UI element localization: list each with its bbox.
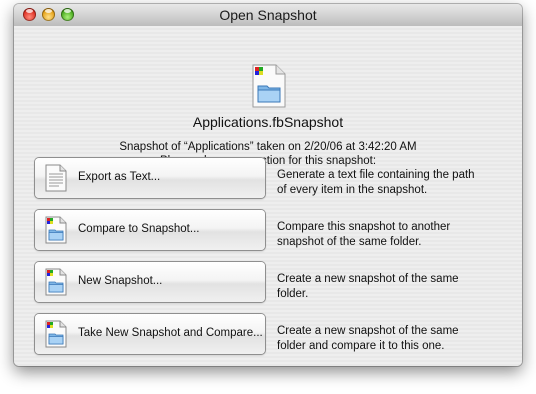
compare-to-snapshot-button[interactable]: Compare to Snapshot...	[35, 210, 265, 250]
description-line: of every item in the snapshot.	[277, 184, 428, 196]
description-line: folder and compare it to this one.	[277, 340, 445, 352]
description-line: Create a new snapshot of the same	[277, 325, 459, 337]
export-as-text-label: Export as Text...	[78, 171, 161, 183]
new-snapshot-description: Create a new snapshot of the same folder…	[277, 272, 517, 302]
snapshot-file-icon	[252, 64, 286, 108]
text-document-icon	[45, 164, 67, 192]
take-new-snapshot-and-compare-button[interactable]: Take New Snapshot and Compare...	[35, 314, 265, 354]
export-as-text-button[interactable]: Export as Text...	[35, 158, 265, 198]
compare-to-snapshot-description: Compare this snapshot to another snapsho…	[277, 220, 517, 250]
new-snapshot-label: New Snapshot...	[78, 275, 163, 287]
snapshot-document-icon	[45, 320, 67, 348]
take-new-snapshot-and-compare-description: Create a new snapshot of the same folder…	[277, 324, 517, 354]
snapshot-filename: Applications.fbSnapshot	[192, 114, 344, 130]
description-line: Generate a text file containing the path	[277, 169, 475, 181]
description-line: Create a new snapshot of the same	[277, 273, 459, 285]
snapshot-document-icon	[45, 268, 67, 296]
description-line: snapshot of the same folder.	[277, 236, 422, 248]
title-bar[interactable]: Open Snapshot	[14, 4, 522, 27]
description-line: folder.	[277, 288, 309, 300]
dialog-body: Applications.fbSnapshot Snapshot of “App…	[14, 26, 522, 366]
new-snapshot-button[interactable]: New Snapshot...	[35, 262, 265, 302]
open-snapshot-window: Open Snapshot Applications.fbSnapshot Sn…	[14, 4, 522, 366]
snapshot-document-icon	[45, 216, 67, 244]
export-as-text-description: Generate a text file containing the path…	[277, 168, 517, 198]
take-new-snapshot-and-compare-label: Take New Snapshot and Compare...	[78, 327, 263, 339]
compare-to-snapshot-label: Compare to Snapshot...	[78, 223, 200, 235]
snapshot-info-line: Snapshot of “Applications” taken on 2/20…	[119, 141, 417, 153]
description-line: Compare this snapshot to another	[277, 221, 451, 233]
window-title: Open Snapshot	[219, 7, 317, 23]
